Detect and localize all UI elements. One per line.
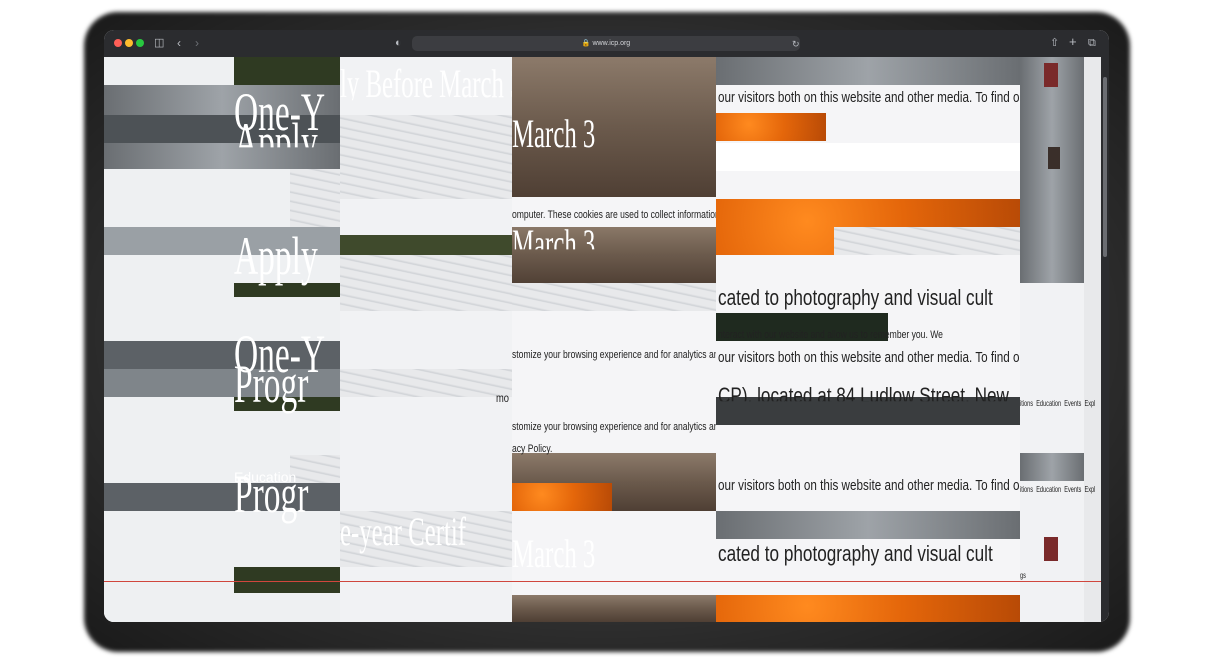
orange-strip (716, 595, 1020, 622)
nav-item-exhibitions[interactable]: itions (1020, 399, 1033, 408)
nav-item-exhibitions[interactable]: itions (1020, 485, 1033, 494)
nav-item-explore[interactable]: Expl (1084, 399, 1095, 408)
cookie-text: cated to photography and visual cult (718, 541, 993, 566)
hero-dates-fragment: March 3 (512, 531, 596, 576)
scrollbar[interactable] (1101, 57, 1109, 622)
cookie-strip (716, 143, 1020, 171)
sketch-strip (340, 369, 512, 397)
cookie-text: our visitors both on this website and ot… (718, 349, 1020, 366)
nav-item-events[interactable]: Events (1064, 485, 1081, 494)
hero-cert-fragment: e-year Certif (340, 509, 466, 554)
browser-toolbar: ◫ ‹ › ◐ 🔒 www.icp.org ↻ ⇧ + ⧉ (104, 30, 1109, 57)
cookie-text: our visitors both on this website and ot… (718, 89, 1020, 106)
artwork-thumbnail (1048, 147, 1060, 169)
side-nav: itions Education Events Expl (1020, 485, 1095, 494)
portrait-strip (512, 595, 716, 622)
wall-strip (716, 511, 1020, 539)
cookie-text: our visitors both on this website and ot… (718, 477, 1020, 494)
sketch-strip (340, 255, 512, 311)
sketch-strip (834, 227, 1020, 255)
orange-strip (716, 113, 826, 141)
sketch-strip (512, 283, 716, 311)
photo-strip (234, 567, 340, 593)
url-text: 🔒 www.icp.org (412, 36, 800, 51)
close-window-button[interactable] (114, 39, 122, 47)
nav-item-education[interactable]: Education (1036, 485, 1061, 494)
side-nav: itions Education Events Expl (1020, 399, 1095, 408)
cookie-text: stomize your browsing experience and for… (512, 349, 738, 361)
cookie-text: mo (496, 391, 510, 405)
gallery-strip (1020, 453, 1084, 481)
zoom-window-button[interactable] (136, 39, 144, 47)
sketch-strip (290, 169, 340, 227)
wall-strip (716, 57, 1020, 85)
share-icon[interactable]: ⇧ (1050, 36, 1059, 50)
url-value: www.icp.org (592, 40, 631, 47)
sketch-strip (340, 115, 512, 199)
hero-heading-fragment: Apply (234, 226, 318, 286)
address-bar[interactable]: 🔒 www.icp.org ↻ (412, 36, 800, 51)
dark-strip (716, 397, 1020, 425)
cookie-text: omputer. These cookies are used to colle… (512, 209, 742, 221)
nav-item-education[interactable]: Education (1036, 399, 1061, 408)
page-content: One-Y Apply Apply One-Y Progr Progr Educ… (104, 57, 1101, 622)
sidebar-icon[interactable]: ◫ (154, 36, 164, 50)
cookie-strip (512, 339, 716, 397)
side-nav-fragment: gs (1020, 571, 1026, 580)
new-tab-icon[interactable]: + (1069, 35, 1077, 49)
forward-icon[interactable]: › (195, 36, 199, 50)
cookie-text: cated to photography and visual cult (718, 285, 993, 310)
glitch-red-line (104, 581, 1101, 582)
orange-strip (512, 483, 612, 511)
back-icon[interactable]: ‹ (177, 36, 181, 50)
tab-overview-icon[interactable]: ⧉ (1088, 36, 1096, 50)
photo-strip (234, 57, 340, 85)
cookie-link[interactable]: acy Policy. (512, 443, 552, 455)
hero-heading-fragment: Progr (234, 354, 309, 414)
hero-dates-fragment: March 3 (512, 111, 596, 156)
section-label[interactable]: Education (234, 469, 296, 485)
photo-strip (340, 235, 512, 255)
artwork-thumbnail (1044, 537, 1058, 561)
artwork-thumbnail (1044, 63, 1058, 87)
nav-item-explore[interactable]: Expl (1084, 485, 1095, 494)
privacy-shield-icon[interactable]: ◐ (395, 36, 402, 50)
nav-item-events[interactable]: Events (1064, 399, 1081, 408)
gallery-strip (1020, 227, 1084, 283)
lock-icon: 🔒 (581, 40, 591, 47)
cookie-text: stomize your browsing experience and for… (512, 421, 738, 433)
cookie-text: nteract with our website and allow us to… (718, 329, 943, 341)
scrollbar-thumb[interactable] (1103, 77, 1107, 257)
minimize-window-button[interactable] (125, 39, 133, 47)
reload-icon[interactable]: ↻ (792, 37, 800, 51)
gallery-edge (1084, 57, 1101, 622)
browser-window: ◫ ‹ › ◐ 🔒 www.icp.org ↻ ⇧ + ⧉ One-Y Appl… (104, 30, 1109, 622)
